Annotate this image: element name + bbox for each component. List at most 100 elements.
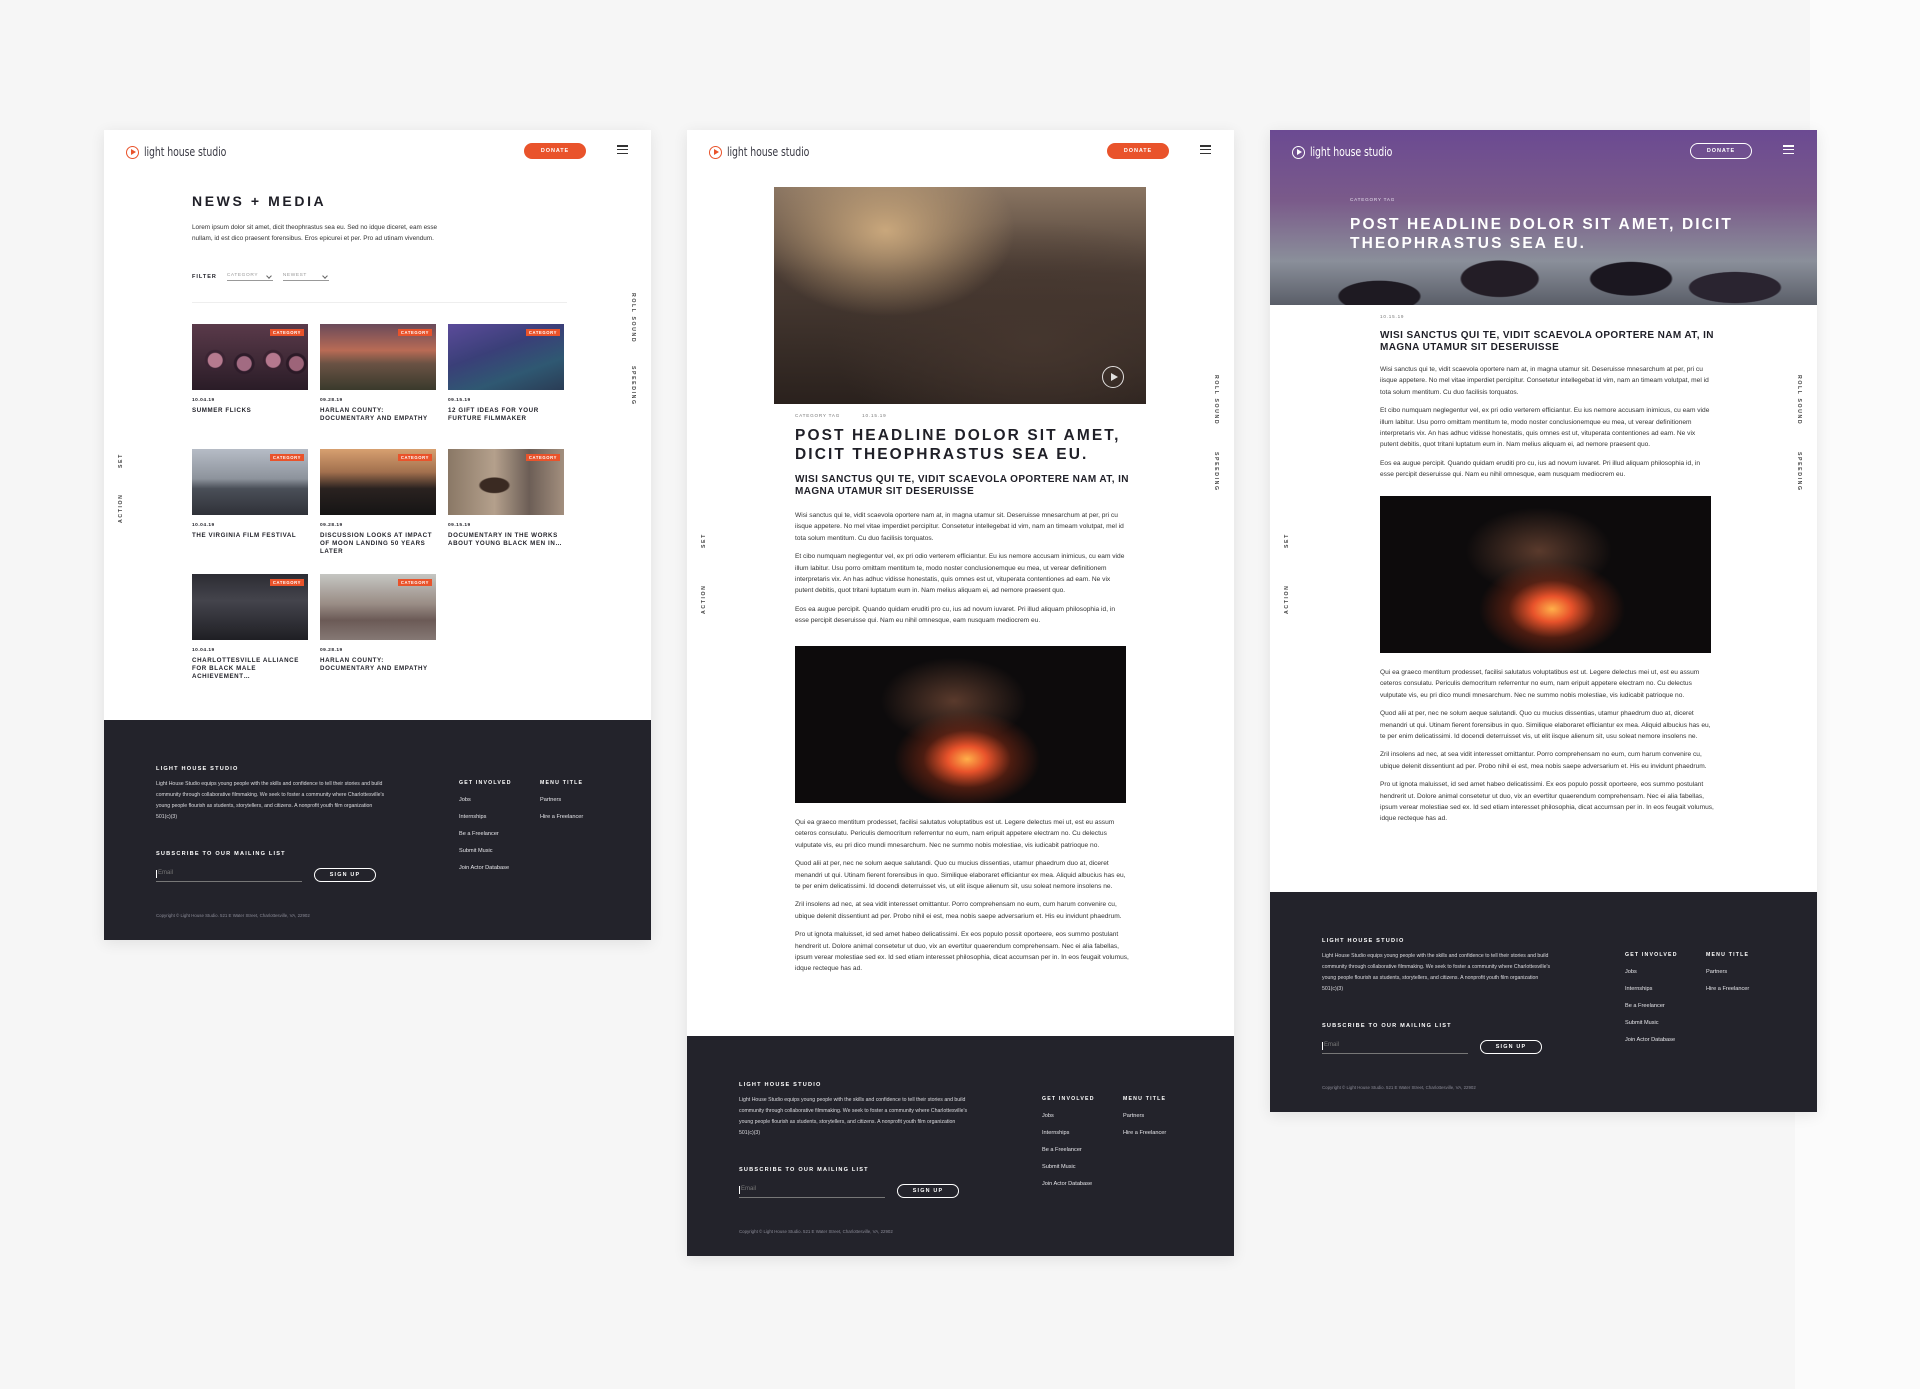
site-footer: LIGHT HOUSE STUDIO Light House Studio eq…	[1270, 892, 1817, 1112]
card-title[interactable]: HARLAN COUNTY: DOCUMENTARY AND EMPATHY	[320, 657, 436, 673]
card-date: 09.15.19	[448, 398, 471, 403]
footer-link[interactable]: Be a Freelancer	[1625, 1003, 1678, 1009]
donate-button[interactable]: DONATE	[1690, 143, 1752, 159]
footer-column-get-involved: GET INVOLVED Jobs Internships Be a Freel…	[459, 780, 512, 871]
category-badge: CATEGORY	[269, 579, 304, 586]
news-card[interactable]: CATEGORY 10.04.19 CHARLOTTESVILLE ALLIAN…	[192, 574, 308, 691]
news-card[interactable]: CATEGORY 09.28.19 HARLAN COUNTY: DOCUMEN…	[320, 324, 436, 441]
footer-link[interactable]: Internships	[1042, 1130, 1095, 1136]
footer-link[interactable]: Submit Music	[1042, 1164, 1095, 1170]
footer-link[interactable]: Jobs	[1042, 1113, 1095, 1119]
card-title[interactable]: CHARLOTTESVILLE ALLIANCE FOR BLACK MALE …	[192, 657, 308, 681]
copyright: Copyright © Light House Studio. 521 E Wa…	[156, 913, 310, 918]
category-select[interactable]: CATEGORY	[226, 273, 273, 281]
news-card[interactable]: CATEGORY 10.04.19 SUMMER FLICKS	[192, 324, 308, 441]
sign-up-button[interactable]: SIGN UP	[1480, 1040, 1542, 1054]
card-thumbnail: CATEGORY	[320, 574, 436, 640]
card-date: 10.04.19	[192, 398, 215, 403]
footer-link[interactable]: Join Actor Database	[1042, 1181, 1095, 1187]
footer-column-get-involved: GET INVOLVED Jobs Internships Be a Freel…	[1042, 1096, 1095, 1187]
footer-link[interactable]: Hire a Freelancer	[540, 814, 583, 820]
footer-link[interactable]: Be a Freelancer	[1042, 1147, 1095, 1153]
card-date: 10.04.19	[192, 523, 215, 528]
category-tag[interactable]: CATEGORY TAG	[795, 413, 840, 418]
side-word-action: ACTION	[701, 584, 707, 614]
filter-label: FILTER	[192, 274, 217, 280]
card-title[interactable]: 12 GIFT IDEAS FOR YOUR FURTURE FILMMAKER	[448, 407, 564, 423]
page-title: NEWS + MEDIA	[192, 193, 327, 209]
email-input[interactable]: Email	[1322, 1039, 1468, 1054]
card-date: 09.15.19	[448, 523, 471, 528]
card-title[interactable]: THE VIRGINIA FILM FESTIVAL	[192, 532, 308, 540]
footer-column-menu: MENU TITLE Partners Hire a Freelancer	[1123, 1096, 1167, 1136]
play-icon[interactable]	[1102, 366, 1124, 388]
card-thumbnail: CATEGORY	[448, 449, 564, 515]
play-logo-icon	[709, 145, 722, 159]
footer-heading: LIGHT HOUSE STUDIO	[1322, 938, 1405, 944]
side-word-roll-sound: ROLL SOUND	[1213, 375, 1219, 426]
article-meta: CATEGORY TAG 10.15.19	[795, 413, 886, 418]
footer-link[interactable]: Jobs	[1625, 969, 1678, 975]
play-logo-icon	[1292, 145, 1305, 159]
site-logo[interactable]: light house studio	[126, 145, 249, 159]
email-input[interactable]: Email	[739, 1183, 885, 1198]
email-input[interactable]: Email	[156, 867, 302, 882]
donate-button[interactable]: DONATE	[524, 143, 586, 159]
site-logo[interactable]: light house studio	[709, 145, 832, 159]
card-thumbnail: CATEGORY	[192, 449, 308, 515]
sign-up-button[interactable]: SIGN UP	[897, 1184, 959, 1198]
footer-description: Light House Studio equips young people w…	[1322, 953, 1551, 992]
subscribe-label: SUBSCRIBE TO OUR MAILING LIST	[1322, 1023, 1452, 1029]
site-logo[interactable]: light house studio	[1292, 145, 1415, 159]
side-word-speeding: SPEEDING	[630, 366, 636, 406]
footer-link[interactable]: Partners	[540, 797, 583, 803]
hero-banner: light house studio DONATE CATEGORY TAG P…	[1270, 130, 1817, 305]
subscribe-label: SUBSCRIBE TO OUR MAILING LIST	[739, 1167, 869, 1173]
footer-link[interactable]: Partners	[1123, 1113, 1166, 1119]
article-subhead: WISI SANCTUS QUI TE, VIDIT SCAEVOLA OPOR…	[1380, 330, 1714, 353]
card-title[interactable]: HARLAN COUNTY: DOCUMENTARY AND EMPATHY	[320, 407, 436, 423]
category-badge: CATEGORY	[397, 579, 432, 586]
hamburger-menu-icon[interactable]	[617, 145, 628, 155]
side-word-roll-sound: ROLL SOUND	[630, 293, 636, 344]
side-word-action: ACTION	[118, 493, 124, 523]
card-thumbnail: CATEGORY	[320, 449, 436, 515]
footer-link[interactable]: Join Actor Database	[1625, 1037, 1678, 1043]
donate-button[interactable]: DONATE	[1107, 143, 1169, 159]
sort-select[interactable]: NEWEST	[282, 273, 329, 281]
hamburger-menu-icon[interactable]	[1783, 145, 1794, 155]
footer-link[interactable]: Internships	[459, 814, 512, 820]
card-thumbnail: CATEGORY	[192, 574, 308, 640]
footer-description: Light House Studio equips young people w…	[156, 781, 385, 820]
article-banner-page-mockup: light house studio DONATE CATEGORY TAG P…	[1270, 130, 1817, 1112]
news-card[interactable]: CATEGORY 09.15.19 DOCUMENTARY IN THE WOR…	[448, 449, 564, 566]
site-header: light house studio DONATE	[687, 130, 1234, 174]
footer-link[interactable]: Submit Music	[1625, 1020, 1678, 1026]
page-intro: Lorem ipsum dolor sit amet, dicit theoph…	[192, 224, 438, 242]
news-card[interactable]: CATEGORY 09.15.19 12 GIFT IDEAS FOR YOUR…	[448, 324, 564, 441]
footer-link[interactable]: Hire a Freelancer	[1706, 986, 1749, 992]
footer-link[interactable]: Internships	[1625, 986, 1678, 992]
news-card[interactable]: CATEGORY 09.28.19 DISCUSSION LOOKS AT IM…	[320, 449, 436, 566]
hamburger-menu-icon[interactable]	[1200, 145, 1211, 155]
hero-video[interactable]	[774, 187, 1146, 404]
news-card[interactable]: CATEGORY 10.04.19 THE VIRGINIA FILM FEST…	[192, 449, 308, 566]
category-badge: CATEGORY	[397, 329, 432, 336]
category-badge: CATEGORY	[525, 454, 560, 461]
footer-link[interactable]: Submit Music	[459, 848, 512, 854]
news-card[interactable]: CATEGORY 09.28.19 HARLAN COUNTY: DOCUMEN…	[320, 574, 436, 691]
news-card-grid: CATEGORY 10.04.19 SUMMER FLICKS CATEGORY…	[192, 324, 570, 691]
news-page-mockup: light house studio DONATE ROLL SOUND SPE…	[104, 130, 651, 940]
card-title[interactable]: DOCUMENTARY IN THE WORKS ABOUT YOUNG BLA…	[448, 532, 564, 548]
footer-link[interactable]: Be a Freelancer	[459, 831, 512, 837]
footer-link[interactable]: Join Actor Database	[459, 865, 512, 871]
footer-link[interactable]: Hire a Freelancer	[1123, 1130, 1166, 1136]
copyright: Copyright © Light House Studio. 521 E Wa…	[1322, 1085, 1476, 1090]
sign-up-button[interactable]: SIGN UP	[314, 868, 376, 882]
category-tag[interactable]: CATEGORY TAG	[1350, 197, 1395, 202]
footer-link[interactable]: Partners	[1706, 969, 1749, 975]
footer-link[interactable]: Jobs	[459, 797, 512, 803]
article-page-mockup: light house studio DONATE ROLL SOUND SPE…	[687, 130, 1234, 1256]
card-title[interactable]: DISCUSSION LOOKS AT IMPACT OF MOON LANDI…	[320, 532, 436, 556]
card-title[interactable]: SUMMER FLICKS	[192, 407, 308, 415]
